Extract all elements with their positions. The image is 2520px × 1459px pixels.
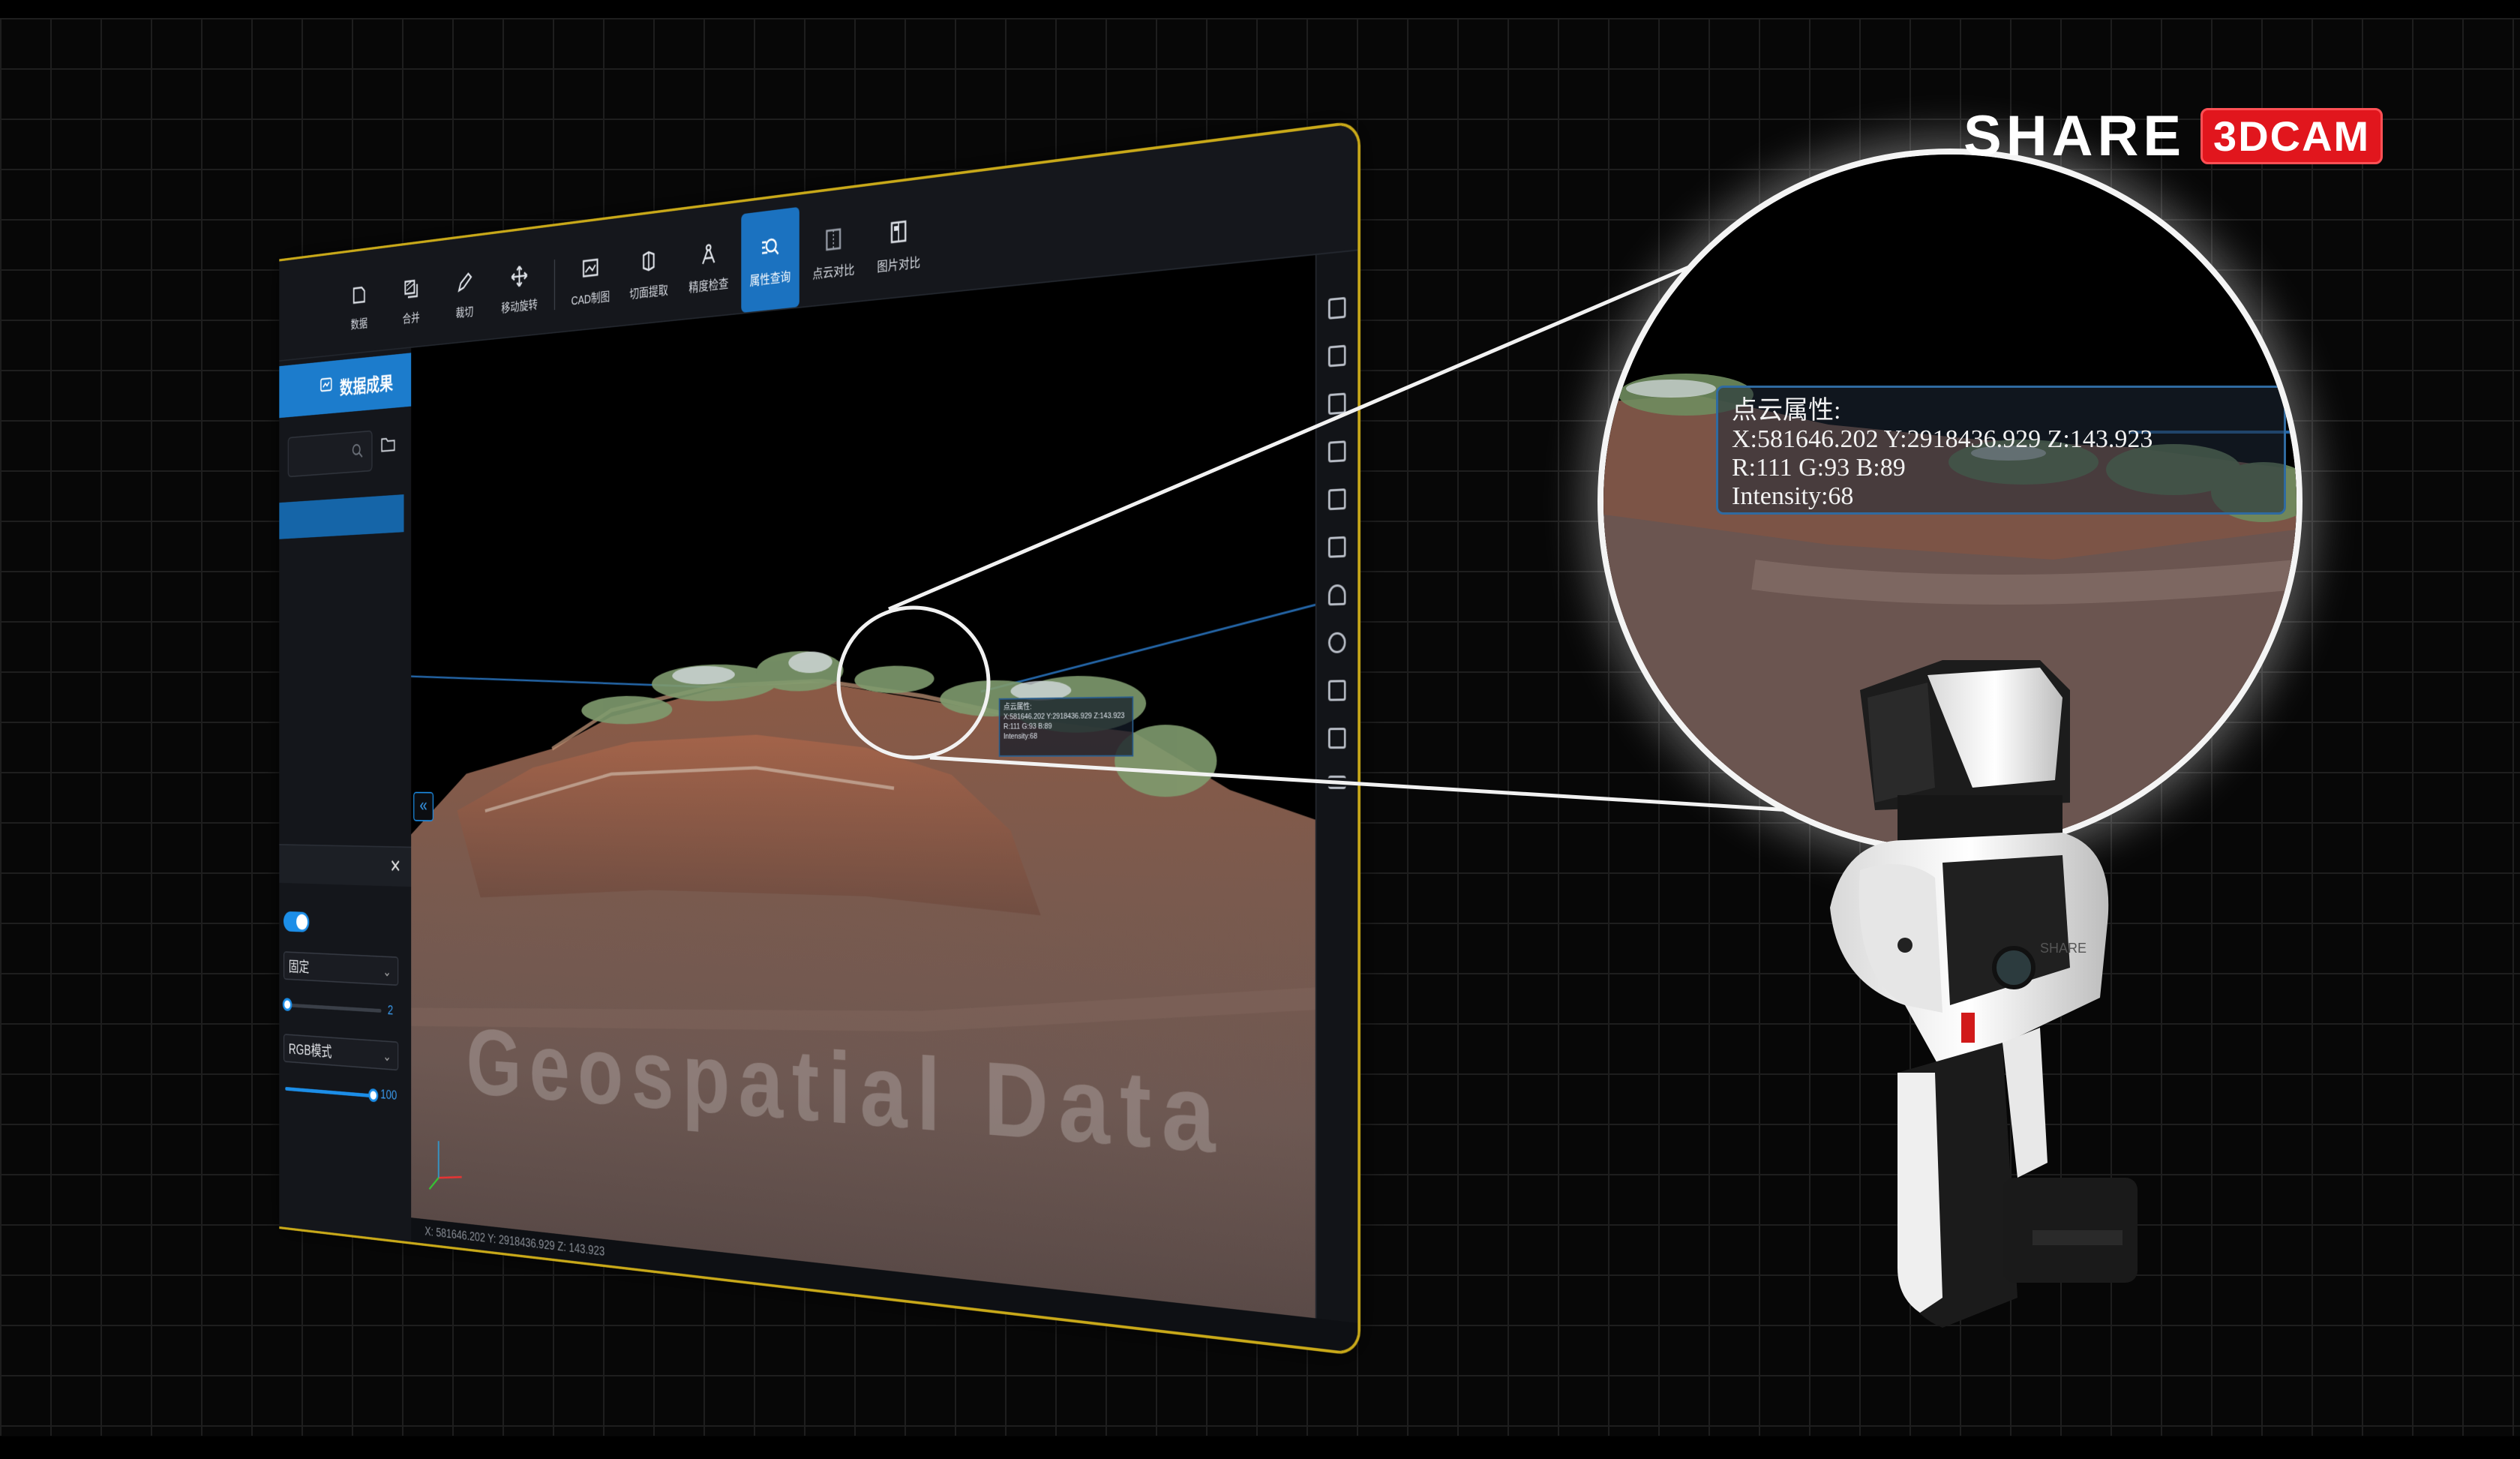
compass-icon [698,239,719,268]
brand-logo: SHARE 3DCAM [1964,104,2384,169]
color-mode-value: RGB模式 [288,1040,332,1061]
collapse-panel-button[interactable]: « [413,791,434,821]
opacity-knob[interactable] [368,1088,379,1103]
tool-move-rotate[interactable]: 移动旋转 [494,239,545,338]
view-front-icon[interactable] [1328,296,1346,320]
layers-icon[interactable] [1328,728,1346,749]
handheld-scanner-image: SHARE [1830,660,2138,1328]
view-back-icon[interactable] [1328,344,1346,368]
popup-intensity: Intensity:68 [1003,732,1038,741]
tool-image-compare[interactable]: 图片对比 [868,191,929,300]
tool-clip[interactable]: 裁切 [440,245,490,344]
letterbox-bottom [0,1436,2520,1459]
image-compare-icon [887,217,910,247]
chevron-down-icon: ⌄ [382,963,392,980]
pen-icon [455,269,474,296]
query-icon [759,232,781,261]
tooltip-intensity: Intensity:68 [1732,482,1854,510]
display-settings-panel: ✕ 固定 ⌄ 2 RGB模式 ⌄ 100 [279,844,412,1164]
tooltip-rgb: R:111 G:93 B:89 [1732,454,1906,482]
view-toolbar [1315,251,1358,1323]
panel-header: ✕ [279,845,412,887]
point-attribute-tooltip: 点云属性: X:581646.202 Y:2918436.929 Z:143.9… [1716,386,2286,515]
close-icon[interactable]: ✕ [390,856,401,878]
tool-label: 属性查询 [749,270,791,289]
tool-cloud-compare[interactable]: 点云对比 [804,199,864,306]
search-input[interactable] [287,430,373,478]
view-left-icon[interactable] [1328,392,1346,416]
tool-label: 数据 [350,317,368,332]
point-size-value: 2 [387,1001,394,1018]
rotate-center-icon[interactable] [1328,632,1346,653]
data-icon [350,282,368,308]
tool-accuracy[interactable]: 精度检查 [680,215,736,319]
compare-icon [822,224,844,254]
tool-label: 移动旋转 [501,298,538,316]
sidebar: 数据成果 ✕ 固定 ⌄ 2 RGB模式 ⌄ 100 [279,347,412,1242]
brand-badge: 3DCAM [2200,108,2384,164]
sidebar-tab-label: 数据成果 [339,373,394,398]
letterbox-top [0,0,2520,18]
lock-icon[interactable] [1328,584,1346,606]
app-window: 数据 合并 裁切 移动旋转 CAD制图 切面提取 精度检查 属性查询 点云对比 … [279,120,1360,1356]
move-icon [510,263,530,290]
tooltip-title: 点云属性: [1732,397,1841,425]
chart-icon [320,376,332,400]
cad-icon [580,254,600,281]
size-mode-select[interactable]: 固定 ⌄ [283,951,399,986]
scanner-logo: SHARE [2040,941,2086,956]
color-mode-select[interactable]: RGB模式 ⌄ [283,1034,399,1071]
brand-name: SHARE [1964,104,2186,168]
tooltip-xyz: X:581646.202 Y:2918436.929 Z:143.923 [1732,425,2153,453]
tool-label: 裁切 [455,305,474,321]
tool-label: CAD制图 [571,290,610,308]
view-bottom-icon[interactable] [1328,536,1346,558]
tab-data-results[interactable]: 数据成果 [279,353,412,419]
display-toggle[interactable] [283,911,310,932]
selected-data-item[interactable] [279,494,404,539]
search-icon [351,442,364,463]
view-right-icon[interactable] [1328,440,1346,463]
folder-icon[interactable] [380,434,395,457]
size-mode-value: 固定 [288,958,310,976]
point-info-popup: 点云属性: X:581646.202 Y:2918436.929 Z:143.9… [998,696,1134,757]
popup-rgb: R:111 G:93 B:89 [1003,722,1052,731]
tool-attribute-query[interactable]: 属性查询 [741,206,800,313]
point-cloud-viewport[interactable]: Geospatial Data 点云属性: X:581646.202 Y:291… [411,254,1317,1319]
popup-xyz: X:581646.202 Y:2918436.929 Z:143.923 [1003,711,1125,722]
menu-icon[interactable] [1328,775,1346,789]
tool-cad[interactable]: CAD制图 [564,230,617,331]
tool-label: 精度检查 [688,277,729,296]
chevron-down-icon: ⌄ [382,1048,392,1064]
point-size-knob[interactable] [282,998,292,1012]
image-icon[interactable] [1328,680,1346,701]
app-scene: 数据 合并 裁切 移动旋转 CAD制图 切面提取 精度检查 属性查询 点云对比 … [0,90,1372,1380]
opacity-value: 100 [380,1086,398,1103]
view-top-icon[interactable] [1328,488,1346,511]
merge-icon [402,275,420,302]
section-icon [638,247,658,275]
tool-label: 点云对比 [812,263,855,282]
tool-section[interactable]: 切面提取 [621,222,676,325]
tool-label: 合并 [402,311,420,326]
point-size-slider[interactable] [285,1003,382,1013]
opacity-slider[interactable] [285,1086,373,1098]
tool-data[interactable]: 数据 [335,259,383,354]
toolbar-separator [554,259,556,311]
tool-label: 图片对比 [877,255,921,275]
tool-merge[interactable]: 合并 [387,253,436,350]
tool-label: 切面提取 [629,284,668,302]
